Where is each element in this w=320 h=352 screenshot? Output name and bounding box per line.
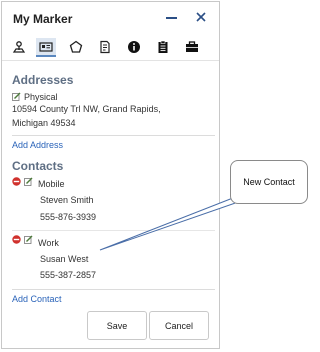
minimize-button[interactable]	[165, 11, 179, 25]
address-line-2: Michigan 49534	[12, 118, 76, 128]
close-icon	[196, 12, 206, 22]
tab-bar	[2, 35, 219, 61]
tab-shape[interactable]	[66, 38, 86, 55]
contact-name: Susan West	[40, 254, 89, 264]
contact-phone: 555-876-3939	[40, 212, 97, 222]
delete-contact-icon[interactable]	[12, 177, 21, 186]
info-icon	[128, 40, 140, 53]
contact-type-label: Mobile	[38, 179, 65, 189]
address-line-1: 10594 County Trl NW, Grand Rapids,	[12, 104, 161, 114]
edit-contact-icon[interactable]	[24, 177, 33, 186]
tab-briefcase[interactable]	[182, 38, 202, 55]
contact-name: Steven Smith	[40, 195, 94, 205]
tab-location[interactable]	[9, 38, 29, 55]
addresses-heading: Addresses	[12, 73, 74, 87]
contact-phone: 555-387-2857	[40, 270, 97, 280]
briefcase-icon	[186, 40, 198, 52]
pentagon-icon	[69, 40, 83, 53]
add-contact-link[interactable]: Add Contact	[12, 294, 62, 304]
add-address-link[interactable]: Add Address	[12, 140, 63, 150]
save-button[interactable]: Save	[87, 311, 147, 340]
tab-notes[interactable]	[95, 38, 115, 55]
new-contact-callout: New Contact	[230, 160, 308, 204]
marker-panel: My Marker Addresses Physical 10594 Count…	[1, 1, 220, 349]
address-type-label: Physical	[24, 92, 58, 102]
callout-text: New Contact	[243, 177, 295, 187]
cancel-button[interactable]: Cancel	[149, 311, 209, 340]
contacts-divider	[12, 289, 215, 290]
contacts-heading: Contacts	[12, 159, 64, 173]
tab-info[interactable]	[124, 38, 144, 55]
clipboard-icon	[158, 40, 168, 53]
contact-type-label: Work	[38, 238, 59, 248]
title-bar: My Marker	[2, 2, 219, 35]
document-edit-icon	[100, 40, 110, 53]
location-pin-icon	[12, 40, 26, 53]
addresses-divider	[12, 135, 215, 136]
tab-clipboard[interactable]	[153, 38, 173, 55]
tab-contact-card[interactable]	[36, 38, 56, 57]
edit-contact-icon[interactable]	[24, 235, 33, 244]
window-title: My Marker	[13, 12, 73, 26]
delete-contact-icon[interactable]	[12, 235, 21, 244]
contact-card-icon	[39, 41, 53, 52]
close-button[interactable]	[194, 10, 208, 24]
edit-address-icon[interactable]	[12, 92, 21, 101]
contact-divider	[12, 230, 215, 231]
